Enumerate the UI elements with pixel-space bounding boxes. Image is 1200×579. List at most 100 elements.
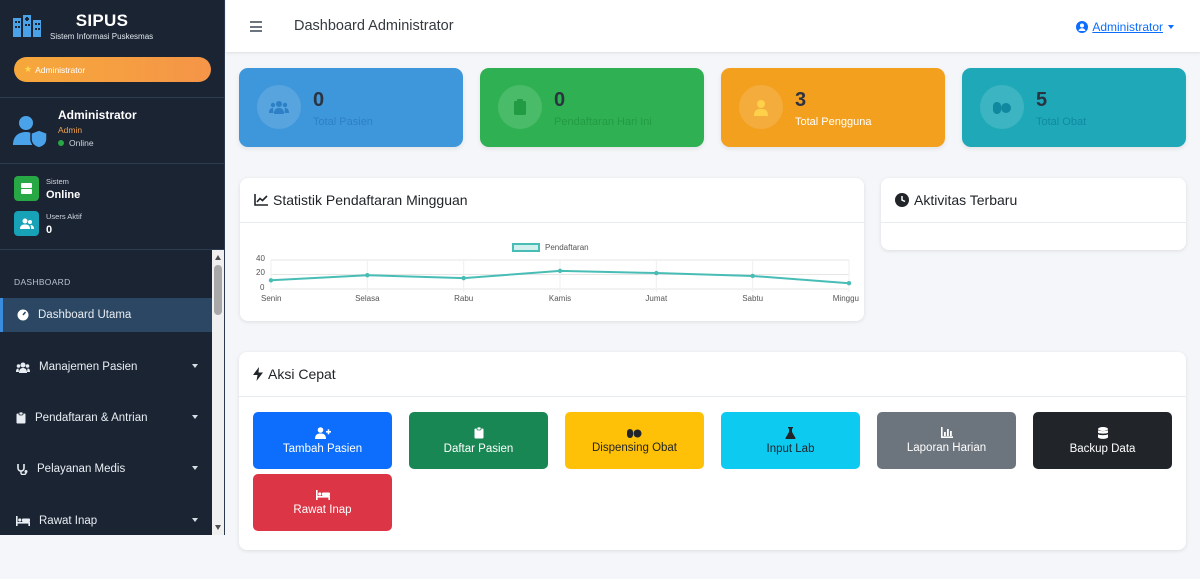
chevron-down-icon (192, 415, 198, 419)
active-users-label: Users Aktif (46, 211, 82, 221)
chevron-down-icon (192, 364, 198, 368)
sidebar: SIPUS Sistem Informasi Puskesmas ★ Admin… (0, 0, 225, 535)
x-tick-label: Minggu (832, 294, 859, 303)
weekly-stats-card: Statistik Pendaftaran Mingguan Pendaftar… (240, 178, 864, 321)
dispensing-obat-button[interactable]: Dispensing Obat (565, 412, 704, 469)
info-box-label: Total Obat (1036, 116, 1087, 128)
tambah-pasien-button[interactable]: Tambah Pasien (253, 412, 392, 469)
user-plus-icon (314, 426, 331, 439)
nav-item-rawat-inap[interactable]: Rawat Inap (0, 504, 212, 535)
backup-data-button[interactable]: Backup Data (1033, 412, 1172, 469)
active-users-value: 0 (46, 223, 53, 236)
clipboard-icon (474, 426, 483, 438)
x-tick-label: Rabu (454, 294, 474, 303)
info-box-label: Total Pasien (313, 116, 373, 128)
nav-item-label: Rawat Inap (39, 515, 98, 527)
role-badge: ★ Administrator (14, 57, 211, 82)
button-label: Backup Data (1069, 442, 1136, 455)
brand-name: SIPUS (75, 11, 129, 30)
nav-item-pendaftaran-antrian[interactable]: Pendaftaran & Antrian (0, 401, 212, 435)
info-box-total-obat[interactable]: 5 Total Obat (962, 68, 1186, 147)
x-tick-label: Sabtu (742, 294, 764, 303)
button-label: Daftar Pasien (443, 442, 514, 455)
data-point[interactable] (654, 270, 659, 276)
button-label: Tambah Pasien (282, 442, 363, 455)
clock-icon (895, 193, 909, 207)
user-circle-icon (1076, 21, 1089, 33)
nav-item-label: Manajemen Pasien (39, 361, 138, 373)
tachometer-icon (17, 309, 29, 321)
data-point[interactable] (461, 275, 466, 281)
clipboard-icon (498, 85, 542, 129)
chart-plot (268, 259, 852, 292)
card-header: Aksi Cepat (239, 352, 1186, 397)
data-point[interactable] (750, 273, 755, 279)
clipboard-icon (16, 412, 26, 424)
user-shield-icon (13, 116, 48, 149)
hamburger-menu-icon[interactable] (250, 21, 262, 35)
rawat-inap-button[interactable]: Rawat Inap (253, 474, 392, 531)
users-icon (257, 85, 301, 129)
star-icon: ★ (24, 64, 33, 74)
info-box-label: Pendaftaran Hari Ini (554, 116, 652, 128)
system-status-label: Sistem (46, 176, 69, 186)
user-panel: Administrator Admin Online (12, 108, 137, 149)
divider (0, 163, 225, 164)
brand[interactable]: SIPUS Sistem Informasi Puskesmas (0, 0, 225, 52)
user-status: Online (58, 138, 137, 148)
pills-icon (980, 85, 1024, 129)
user-name: Administrator (58, 108, 137, 122)
role-badge-label: Administrator (35, 64, 86, 75)
user-menu-dropdown[interactable]: Administrator (1076, 20, 1174, 34)
info-box-value: 0 (313, 89, 325, 111)
user-role: Admin (58, 125, 83, 135)
brand-subtitle: Sistem Informasi Puskesmas (50, 32, 154, 41)
database-icon (1097, 426, 1108, 439)
info-box-pendaftaran-hari-ini[interactable]: 0 Pendaftaran Hari Ini (480, 68, 704, 147)
info-box-value: 5 (1036, 89, 1048, 111)
recent-activity-card: Aktivitas Terbaru (881, 178, 1186, 250)
top-navbar: Dashboard Administrator Administrator (226, 0, 1200, 53)
x-tick-label: Senin (261, 294, 282, 303)
system-status-value: Online (46, 188, 81, 201)
info-box-label: Total Pengguna (795, 116, 872, 128)
users-icon (14, 211, 39, 236)
online-dot-icon (58, 140, 64, 146)
active-users: Users Aktif 0 (14, 211, 82, 236)
nav-item-label: Dashboard Utama (38, 309, 132, 321)
info-box-value: 0 (554, 89, 566, 111)
button-label: Rawat Inap (293, 503, 352, 516)
chevron-down-icon (192, 466, 198, 470)
bed-icon (315, 489, 330, 500)
weekly-stats-title: Statistik Pendaftaran Mingguan (273, 192, 468, 208)
info-box-value: 3 (795, 89, 807, 111)
info-box-total-pengguna[interactable]: 3 Total Pengguna (721, 68, 945, 147)
scrollbar-thumb[interactable] (214, 265, 222, 315)
scroll-up-icon[interactable] (215, 255, 221, 260)
users-icon (16, 362, 30, 373)
data-point[interactable] (557, 268, 563, 274)
scroll-down-icon[interactable] (215, 525, 221, 530)
info-box-total-pasien[interactable]: 0 Total Pasien (239, 68, 463, 147)
recent-activity-title: Aktivitas Terbaru (914, 192, 1018, 208)
x-tick-label: Selasa (355, 294, 380, 303)
input-lab-button[interactable]: Input Lab (721, 412, 860, 469)
quick-actions-title: Aksi Cepat (268, 366, 336, 382)
server-icon (14, 176, 39, 201)
nav-item-dashboard-utama[interactable]: Dashboard Utama (0, 298, 212, 332)
sidebar-scrollbar[interactable] (212, 250, 225, 535)
nav-item-manajemen-pasien[interactable]: Manajemen Pasien (0, 350, 212, 384)
data-point[interactable] (365, 273, 370, 278)
laporan-harian-button[interactable]: Laporan Harian (877, 412, 1016, 469)
x-tick-label: Kamis (548, 294, 572, 303)
daftar-pasien-button[interactable]: Daftar Pasien (409, 412, 548, 469)
chevron-down-icon (1168, 25, 1174, 29)
card-header: Statistik Pendaftaran Mingguan (240, 178, 864, 223)
data-point[interactable] (846, 281, 852, 286)
divider (0, 249, 225, 250)
system-status: Sistem Online (14, 176, 80, 201)
flask-icon (785, 426, 796, 439)
nav-heading: DASHBOARD (14, 277, 71, 287)
nav-item-pelayanan-medis[interactable]: Pelayanan Medis (0, 452, 212, 486)
data-point[interactable] (268, 278, 274, 283)
